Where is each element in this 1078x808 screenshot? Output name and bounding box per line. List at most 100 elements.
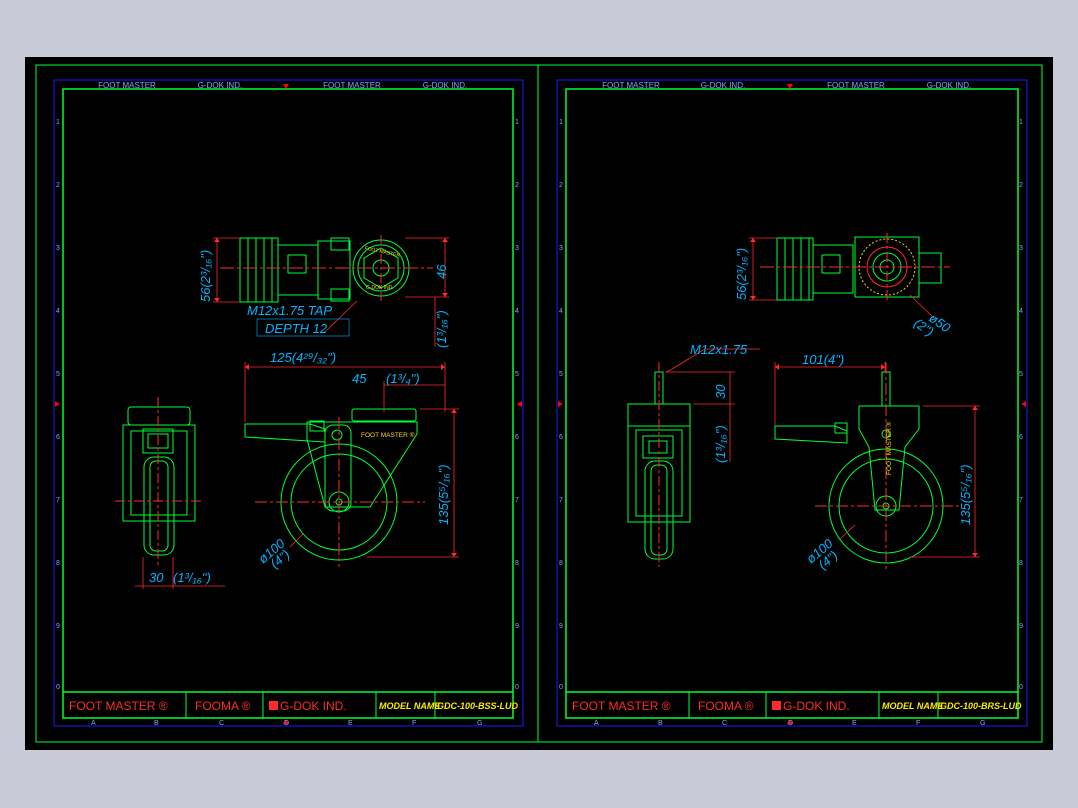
- right-top-view: [760, 233, 950, 301]
- left-dimension-arrows: [214, 238, 457, 557]
- left-body-label: FOOT MASTER ®: [361, 431, 415, 439]
- col-letter: D: [284, 720, 289, 727]
- left-dim-overall: 125(4²⁹/₃₂"): [270, 350, 336, 365]
- left-sheet: FOOT MASTER G-DOK IND. FOOT MASTER G-DOK…: [35, 64, 539, 743]
- left-dim-side-inch: (1³/₁₆"): [434, 310, 449, 348]
- left-row-ruler: 1 2 3 4 5 6 7 8 9 0 1 2 3 4 5 6 7 8 9 0: [56, 119, 519, 691]
- row-num: 2: [515, 182, 519, 189]
- row-num: 9: [515, 623, 519, 630]
- row-num: 8: [1019, 560, 1023, 567]
- left-inner-frame: [62, 88, 514, 719]
- left-header-4: G-DOK IND.: [423, 81, 467, 90]
- left-dim-depth: DEPTH 12: [265, 321, 328, 336]
- left-company-logo: [269, 701, 278, 710]
- right-dim-stem: 30: [713, 384, 728, 399]
- left-header-1: FOOT MASTER: [98, 81, 156, 90]
- left-dim-side-height: 46: [434, 264, 449, 279]
- row-num: 4: [515, 308, 519, 315]
- left-dim-offset: 45: [352, 371, 367, 386]
- row-num: 9: [559, 623, 563, 630]
- row-num: 9: [56, 623, 60, 630]
- col-letter: E: [852, 720, 857, 727]
- row-num: 1: [559, 119, 563, 126]
- col-letter: D: [788, 720, 793, 727]
- row-num: 0: [515, 684, 519, 691]
- left-dim-width-inch: (1³/₁₆"): [173, 570, 211, 585]
- row-num: 7: [56, 497, 60, 504]
- row-num: 5: [515, 371, 519, 378]
- row-num: 1: [1019, 119, 1023, 126]
- left-side-marker-l: [55, 401, 60, 407]
- col-letter: G: [980, 720, 985, 727]
- cad-drawing-canvas[interactable]: FOOT MASTER G-DOK IND. FOOT MASTER G-DOK…: [25, 57, 1053, 750]
- col-letter: E: [348, 720, 353, 727]
- left-header-2: G-DOK IND.: [198, 81, 242, 90]
- row-num: 4: [1019, 308, 1023, 315]
- left-fooma: FOOMA ®: [195, 699, 251, 713]
- left-header-3: FOOT MASTER: [323, 81, 381, 90]
- left-dimension-lines: [135, 237, 459, 589]
- right-dim-top-height: 56(2³/₁₆"): [734, 248, 749, 300]
- right-front-view: [627, 362, 691, 567]
- row-num: 8: [515, 560, 519, 567]
- right-dim-height: 135(5⁵/₁₆"): [958, 464, 973, 525]
- row-num: 2: [1019, 182, 1023, 189]
- right-blue-border: [556, 79, 1028, 727]
- right-company: G-DOK IND.: [783, 699, 850, 713]
- left-top-view: [220, 235, 433, 303]
- left-brand: FOOT MASTER ®: [69, 699, 168, 713]
- row-num: 8: [559, 560, 563, 567]
- row-num: 5: [56, 371, 60, 378]
- right-body-label: FOOT MASTER ®: [885, 421, 893, 475]
- row-num: 1: [515, 119, 519, 126]
- left-outer-frame: [35, 64, 539, 743]
- row-num: 3: [1019, 245, 1023, 252]
- left-hub-label-b: G-DOK IND.: [366, 285, 394, 291]
- row-num: 8: [56, 560, 60, 567]
- right-model-label: MODEL NAME: [882, 701, 944, 711]
- row-num: 4: [56, 308, 60, 315]
- row-num: 7: [559, 497, 563, 504]
- col-letter: C: [219, 720, 224, 727]
- left-company: G-DOK IND.: [280, 699, 347, 713]
- row-num: 6: [515, 434, 519, 441]
- col-letter: F: [916, 720, 920, 727]
- col-letter: F: [412, 720, 416, 727]
- left-dim-tap: M12x1.75 TAP: [247, 303, 332, 318]
- right-dim-stem-inch: (1³/₁₆"): [713, 425, 728, 463]
- right-fooma: FOOMA ®: [698, 699, 754, 713]
- left-dim-top-height: 56(2³/₁₆"): [198, 250, 213, 302]
- right-dim-thread: M12x1.75: [690, 342, 748, 357]
- left-side-marker-r: [517, 401, 522, 407]
- right-dim-overall: 101(4"): [802, 352, 844, 367]
- row-num: 2: [559, 182, 563, 189]
- row-num: 3: [515, 245, 519, 252]
- row-num: 6: [56, 434, 60, 441]
- col-letter: B: [658, 720, 663, 727]
- right-row-ruler: 1 2 3 4 5 6 7 8 9 0 1 2 3 4 5 6 7 8 9 0: [559, 119, 1023, 691]
- col-letter: B: [154, 720, 159, 727]
- left-model-value: GDC-100-BSS-LUD: [437, 701, 519, 711]
- row-num: 0: [559, 684, 563, 691]
- right-dimension-arrows: [750, 238, 978, 557]
- row-num: 4: [559, 308, 563, 315]
- col-letter: A: [91, 720, 96, 727]
- row-num: 7: [515, 497, 519, 504]
- left-blue-border: [53, 79, 524, 727]
- left-dim-width: 30: [149, 570, 164, 585]
- left-hub-label: FOOT MASTER: [364, 246, 401, 259]
- row-num: 1: [56, 119, 60, 126]
- row-num: 3: [56, 245, 60, 252]
- right-side-view: [774, 362, 960, 569]
- right-header-2: G-DOK IND.: [701, 81, 745, 90]
- right-header-3: FOOT MASTER: [827, 81, 885, 90]
- row-num: 6: [559, 434, 563, 441]
- right-side-marker-l: [558, 401, 563, 407]
- col-letter: A: [594, 720, 599, 727]
- left-front-view: [115, 397, 203, 567]
- left-dim-offset-inch: (1³/₄"): [386, 371, 420, 386]
- right-sheet: FOOT MASTER G-DOK IND. FOOT MASTER G-DOK…: [537, 64, 1043, 743]
- right-model-value: GDC-100-BRS-LUD: [940, 701, 1022, 711]
- left-model-label: MODEL NAME: [379, 701, 441, 711]
- row-num: 5: [559, 371, 563, 378]
